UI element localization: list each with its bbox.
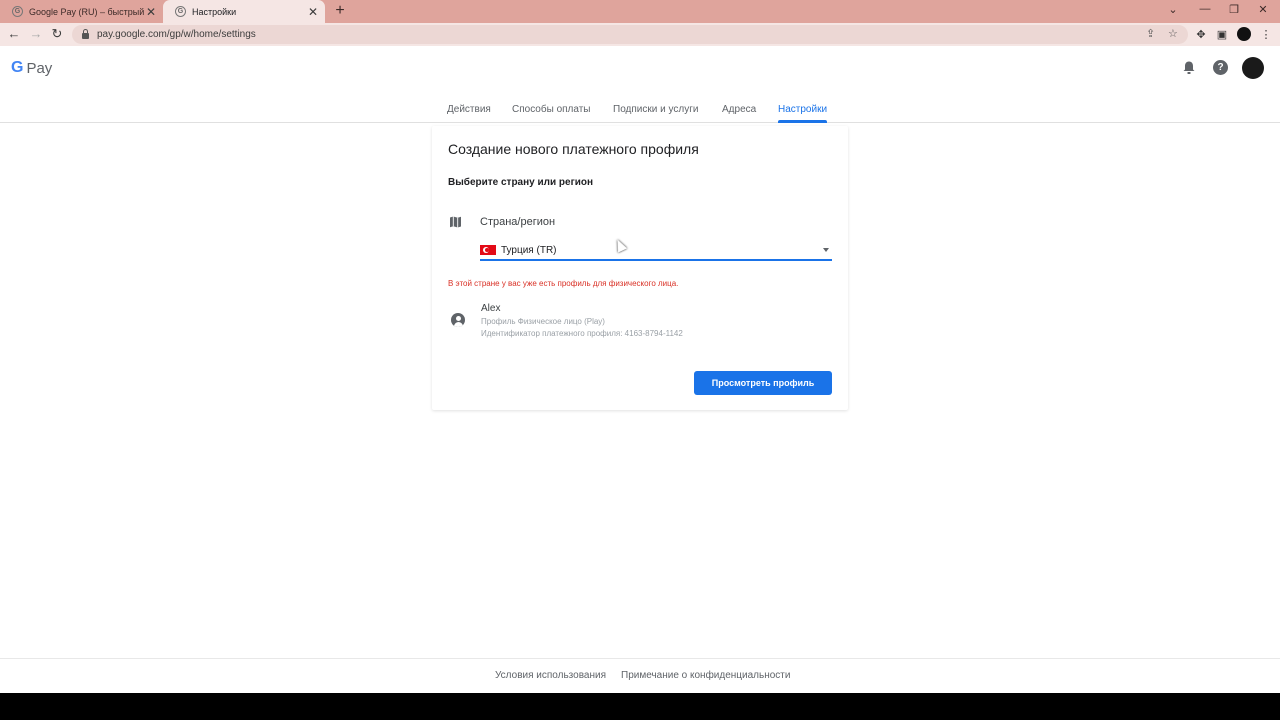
- turkey-flag-icon: [480, 245, 496, 255]
- restore-icon[interactable]: ❐: [1227, 3, 1241, 16]
- card-title: Создание нового платежного профиля: [448, 141, 699, 157]
- back-arrow-icon[interactable]: ←: [6, 26, 22, 42]
- page: G Pay ? Действия Способы оплаты Подписки…: [0, 46, 1280, 693]
- browser-tabstrip: G Google Pay (RU) – быстрый и уд ✕ G Нас…: [0, 0, 1280, 23]
- close-tab-icon[interactable]: ✕: [145, 5, 157, 19]
- tab-activity[interactable]: Действия: [447, 104, 491, 115]
- forward-arrow-icon[interactable]: →: [28, 26, 44, 42]
- tab-title: Настройки: [192, 6, 237, 17]
- tab-title: Google Pay (RU) – быстрый и уд: [29, 6, 145, 17]
- footer: Условия использования Примечание о конфи…: [0, 658, 1280, 693]
- country-select[interactable]: Турция (TR): [480, 241, 832, 261]
- browser-menu-icon[interactable]: ⋮: [1259, 28, 1273, 41]
- existing-profile-warning: В этой стране у вас уже есть профиль для…: [448, 279, 679, 288]
- profile-id: Идентификатор платежного профиля: 4163-8…: [481, 329, 683, 338]
- address-bar[interactable]: pay.google.com/gp/w/home/settings ⇪ ☆: [72, 25, 1188, 44]
- browser-toolbar: ← → ↻ pay.google.com/gp/w/home/settings …: [0, 23, 1280, 46]
- help-icon[interactable]: ?: [1213, 60, 1229, 76]
- url-text: pay.google.com/gp/w/home/settings: [97, 29, 256, 40]
- country-field-label: Страна/регион: [480, 216, 556, 228]
- google-pay-logo[interactable]: G Pay: [11, 59, 52, 77]
- side-panel-icon[interactable]: ▣: [1215, 28, 1229, 41]
- google-favicon-icon: G: [12, 6, 23, 17]
- map-icon: [450, 216, 461, 228]
- account-avatar[interactable]: [1242, 57, 1264, 79]
- minimize-icon[interactable]: —: [1198, 3, 1212, 15]
- google-favicon-icon: G: [175, 6, 186, 17]
- close-tab-icon[interactable]: ✕: [307, 5, 319, 19]
- notifications-bell-icon[interactable]: [1181, 60, 1197, 76]
- share-icon[interactable]: ⇪: [1146, 27, 1155, 40]
- create-profile-card: Создание нового платежного профиля Выбер…: [432, 126, 848, 410]
- country-select-value: Турция (TR): [501, 244, 557, 256]
- view-profile-button[interactable]: Просмотреть профиль: [694, 371, 832, 395]
- tab-addresses[interactable]: Адреса: [722, 104, 756, 115]
- google-g-icon: G: [11, 59, 24, 76]
- dropdown-caret-icon: [823, 248, 829, 252]
- bookmark-star-icon[interactable]: ☆: [1168, 27, 1178, 40]
- account-circle-icon: [451, 313, 465, 327]
- lock-icon: [82, 29, 89, 39]
- new-tab-icon[interactable]: +: [332, 2, 348, 20]
- browser-tab-settings[interactable]: G Настройки ✕: [163, 0, 325, 23]
- main-nav: Действия Способы оплаты Подписки и услуг…: [0, 92, 1280, 123]
- tab-search-chevron-icon[interactable]: ⌄: [1166, 3, 1180, 16]
- tab-subscriptions[interactable]: Подписки и услуги: [613, 104, 698, 115]
- profile-type: Профиль Физическое лицо (Play): [481, 317, 605, 326]
- tab-payment-methods[interactable]: Способы оплаты: [512, 104, 591, 115]
- privacy-link[interactable]: Примечание о конфиденциальности: [621, 670, 790, 681]
- card-subtitle: Выберите страну или регион: [448, 177, 594, 188]
- terms-link[interactable]: Условия использования: [495, 670, 606, 681]
- active-tab-indicator: [778, 120, 827, 123]
- close-window-icon[interactable]: ✕: [1256, 3, 1270, 16]
- logo-text: Pay: [26, 59, 53, 77]
- reload-icon[interactable]: ↻: [49, 26, 65, 42]
- extensions-puzzle-icon[interactable]: ✥: [1194, 28, 1208, 41]
- profile-name: Alex: [481, 303, 501, 314]
- tab-settings[interactable]: Настройки: [778, 104, 827, 115]
- browser-tab-google-pay[interactable]: G Google Pay (RU) – быстрый и уд ✕: [0, 0, 163, 23]
- browser-profile-avatar[interactable]: [1237, 27, 1251, 41]
